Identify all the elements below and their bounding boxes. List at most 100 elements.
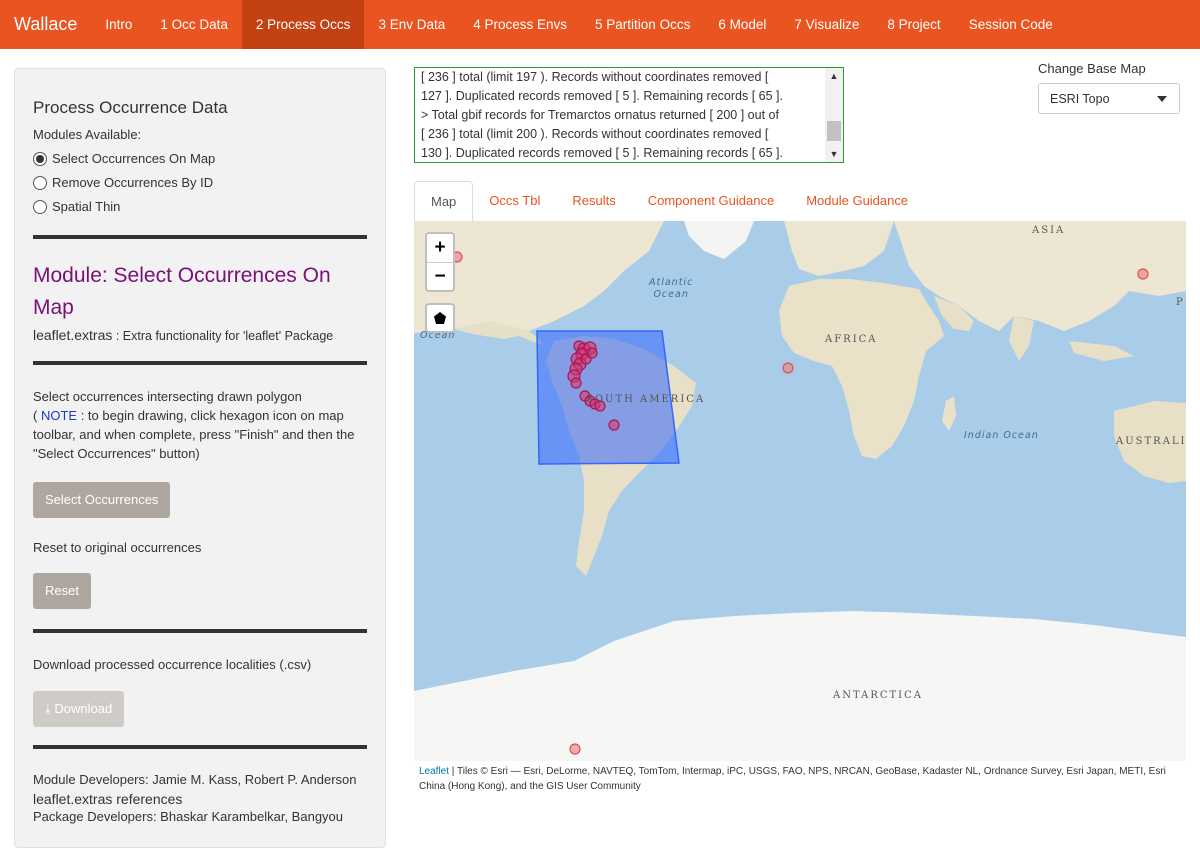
europe-land — [784, 221, 894, 276]
greenland-land — [684, 221, 754, 259]
pentagon-icon — [434, 312, 446, 324]
package-line: leaflet.extras : Extra functionality for… — [33, 327, 367, 343]
brand-title[interactable]: Wallace — [0, 0, 91, 49]
instruction-text: Select occurrences intersecting drawn po… — [33, 387, 367, 463]
module-option-label: Remove Occurrences By ID — [52, 175, 214, 190]
madagascar-land — [942, 396, 956, 431]
nav-tab-partition-occs[interactable]: 5 Partition Occs — [581, 0, 704, 49]
label-africa: AFRICA — [825, 334, 878, 345]
module-developers: Module Developers: Jamie M. Kass, Robert… — [33, 772, 357, 787]
radio-icon[interactable] — [33, 199, 47, 214]
attribution-text: | Tiles © Esri — Esri, DeLorme, NAVTEQ, … — [419, 766, 1166, 792]
antarctica-land — [414, 611, 1186, 761]
package-name: leaflet.extras — [33, 327, 113, 343]
module-option-label: Select Occurrences On Map — [52, 151, 216, 166]
reset-button[interactable]: Reset — [33, 573, 91, 609]
nav-tab-project[interactable]: 8 Project — [873, 0, 954, 49]
divider — [33, 361, 367, 365]
nav-tab-session-code[interactable]: Session Code — [955, 0, 1067, 49]
navbar: Wallace Intro 1 Occ Data 2 Process Occs … — [0, 0, 1200, 49]
occurrence-point — [586, 347, 598, 359]
nav-tab-model[interactable]: 6 Model — [704, 0, 780, 49]
leaflet-link[interactable]: Leaflet — [419, 766, 449, 777]
module-title: Module: Select Occurrences On Map — [33, 264, 331, 319]
download-label: Download processed occurrence localities… — [33, 657, 312, 672]
tab-results[interactable]: Results — [556, 181, 631, 221]
basemap-select[interactable]: ESRI Topo — [1038, 83, 1180, 114]
label-asia: ASIA — [1032, 225, 1066, 236]
nav-tab-occ-data[interactable]: 1 Occ Data — [146, 0, 242, 49]
draw-polygon-button[interactable] — [425, 303, 455, 333]
nav-tab-process-envs[interactable]: 4 Process Envs — [459, 0, 581, 49]
label-south-america: SOUTH AMERICA — [586, 394, 706, 405]
module-option-remove-by-id[interactable]: Remove Occurrences By ID — [33, 174, 367, 191]
radio-selected-icon[interactable] — [33, 151, 47, 166]
label-indian-ocean: Indian Ocean — [964, 430, 1039, 441]
tab-module-guidance[interactable]: Module Guidance — [790, 181, 924, 221]
package-developers: Package Developers: Bhaskar Karambelkar,… — [33, 809, 344, 824]
reset-label: Reset to original occurrences — [33, 540, 202, 555]
package-desc: : Extra functionality for 'leaflet' Pack… — [112, 329, 334, 343]
basemap-label: Change Base Map — [1038, 61, 1146, 76]
india-land — [1009, 316, 1034, 361]
map-canvas[interactable]: ASIA AFRICA SOUTH AMERICA AUSTRALI ANTAR… — [414, 221, 1186, 761]
log-line: 127 ]. Duplicated records removed [ 5 ].… — [421, 89, 783, 103]
basemap-selected-value: ESRI Topo — [1050, 91, 1110, 106]
nav-tab-intro[interactable]: Intro — [91, 0, 146, 49]
occurrence-point — [1137, 268, 1149, 280]
references-title: leaflet.extras references — [33, 791, 183, 807]
chevron-down-icon — [1157, 95, 1167, 102]
module-option-spatial-thin[interactable]: Spatial Thin — [33, 198, 367, 215]
zoom-in-button[interactable]: + — [427, 234, 453, 262]
instruction-paren: ( — [33, 408, 38, 423]
basemap-tiles — [414, 221, 1186, 761]
nav-tab-env-data[interactable]: 3 Env Data — [364, 0, 459, 49]
label-australia: AUSTRALI — [1116, 436, 1186, 447]
map-attribution: Leaflet | Tiles © Esri — Esri, DeLorme, … — [414, 764, 1186, 794]
occurrence-point — [570, 377, 582, 389]
indonesia-land — [1069, 341, 1134, 361]
instruction-rest: : to begin drawing, click hexagon icon o… — [33, 408, 355, 461]
nav-tab-visualize[interactable]: 7 Visualize — [780, 0, 873, 49]
download-icon: ⤓ — [45, 701, 51, 716]
download-button-label: Download — [54, 701, 113, 716]
zoom-control: + − — [425, 232, 455, 292]
occurrence-point — [569, 743, 581, 755]
sidebar-panel: Process Occurrence Data Modules Availabl… — [14, 68, 386, 848]
scroll-thumb[interactable] — [827, 121, 841, 141]
nav-tab-process-occs[interactable]: 2 Process Occs — [241, 0, 365, 49]
log-line: 130 ]. Duplicated records removed [ 5 ].… — [421, 146, 783, 160]
tab-map[interactable]: Map — [414, 181, 474, 222]
log-scrollbar[interactable]: ▲ ▼ — [825, 68, 843, 162]
occurrence-point — [782, 362, 794, 374]
result-tabs: Map Occs Tbl Results Component Guidance … — [414, 181, 1186, 222]
label-antarctica: ANTARCTICA — [833, 690, 923, 701]
africa-land — [779, 279, 944, 459]
module-option-select-on-map[interactable]: Select Occurrences On Map — [33, 150, 367, 167]
download-button[interactable]: ⤓ Download — [33, 691, 125, 727]
zoom-out-button[interactable]: − — [427, 262, 453, 290]
instruction-line: Select occurrences intersecting drawn po… — [33, 389, 302, 404]
module-option-label: Spatial Thin — [52, 199, 121, 214]
scroll-up-icon[interactable]: ▲ — [825, 68, 843, 84]
log-line: > Total gbif records for Tremarctos orna… — [421, 108, 779, 122]
divider — [33, 629, 367, 633]
label-atlantic-line: Ocean — [653, 289, 689, 300]
label-pacific-fragment: P — [1176, 297, 1185, 308]
log-text: [ 236 ] total (limit 197 ). Records with… — [421, 68, 825, 162]
note-label: NOTE — [40, 408, 78, 423]
log-line: [ 236 ] total (limit 200 ). Records with… — [421, 127, 769, 141]
modules-label: Modules Available: — [33, 127, 142, 142]
log-line: [ 236 ] total (limit 197 ). Records with… — [421, 70, 769, 84]
tab-component-guidance[interactable]: Component Guidance — [632, 181, 790, 221]
occurrence-point — [608, 419, 620, 431]
divider — [33, 235, 367, 239]
label-atlantic-ocean: Atlantic Ocean — [649, 277, 693, 301]
log-console[interactable]: [ 236 ] total (limit 197 ). Records with… — [414, 67, 844, 163]
sidebar-title: Process Occurrence Data — [33, 98, 228, 117]
scroll-down-icon[interactable]: ▼ — [825, 146, 843, 162]
radio-icon[interactable] — [33, 175, 47, 190]
label-atlantic-line: Atlantic — [649, 277, 694, 288]
select-occurrences-button[interactable]: Select Occurrences — [33, 482, 171, 518]
tab-occs-tbl[interactable]: Occs Tbl — [473, 181, 556, 221]
